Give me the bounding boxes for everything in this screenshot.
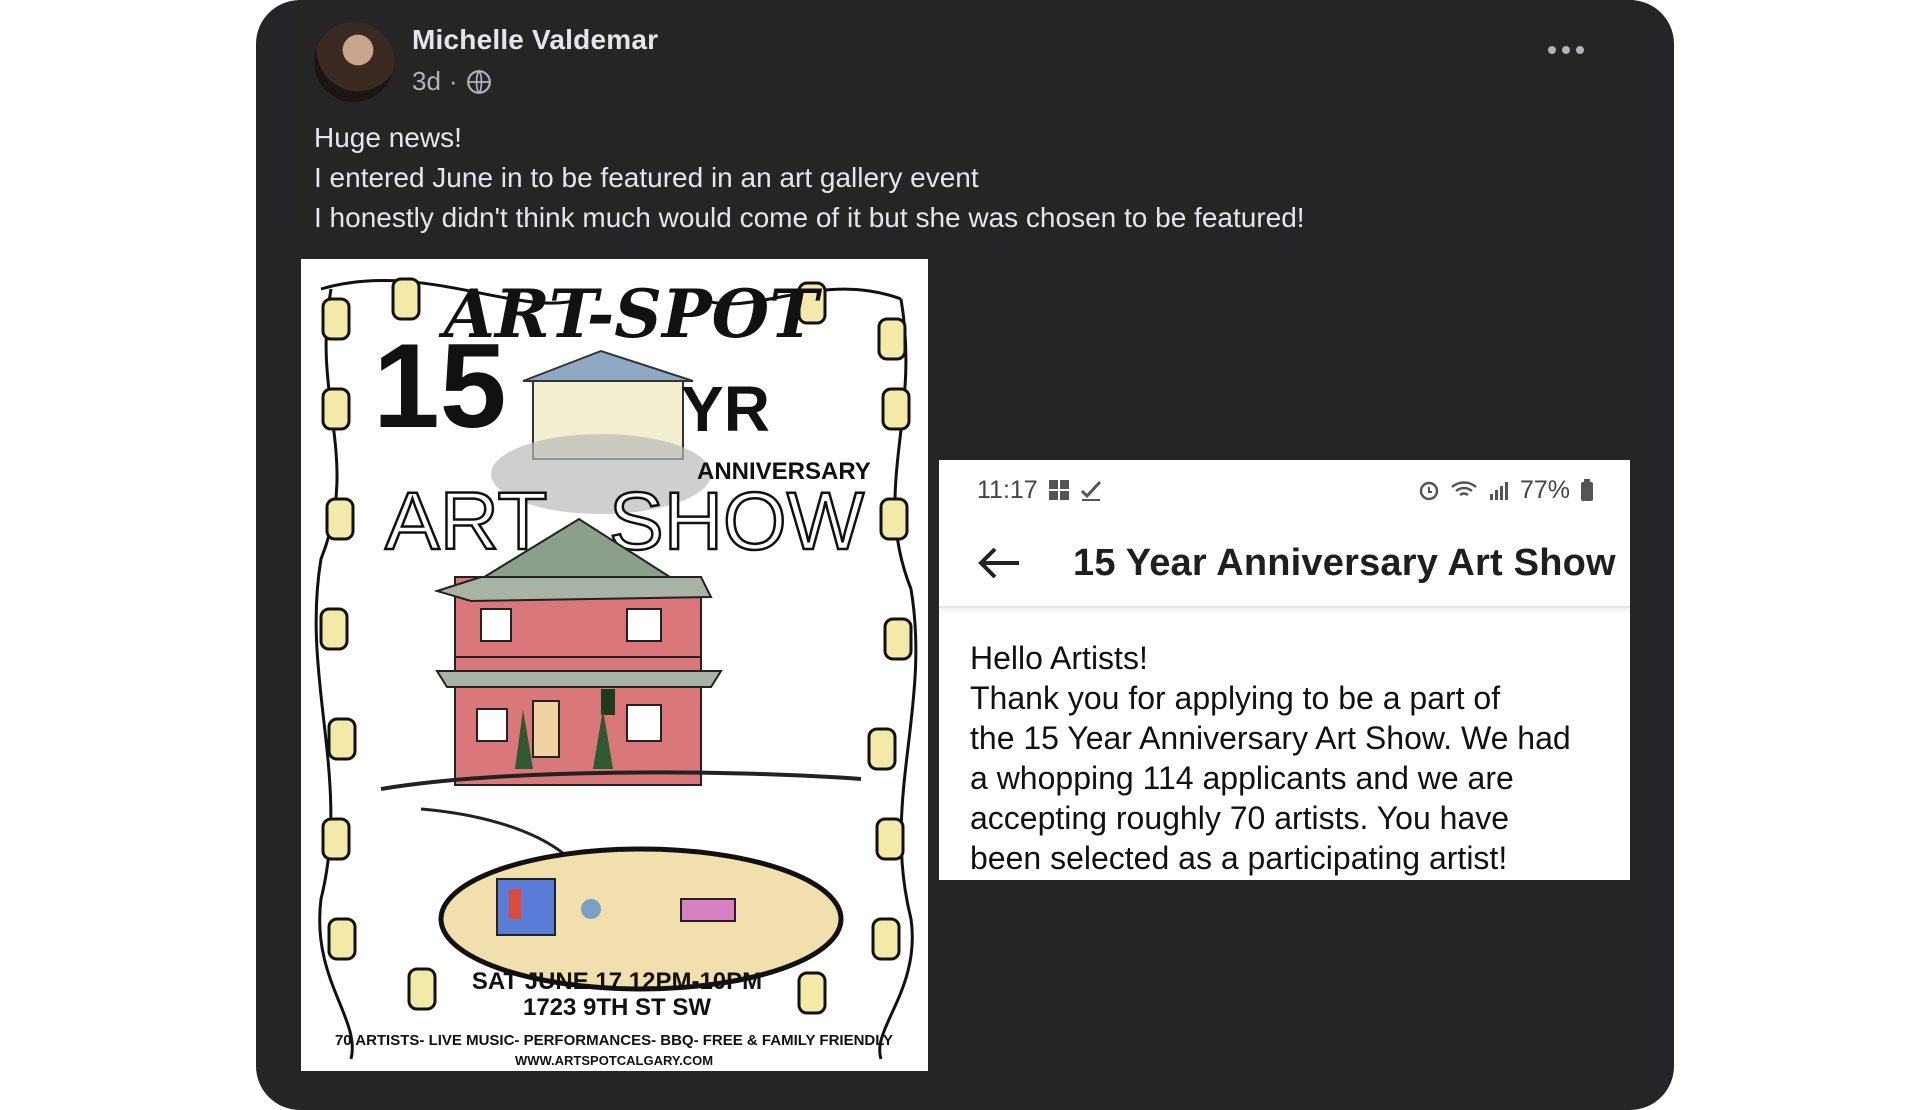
status-time: 11:17 [977,475,1038,504]
post-line: I entered June in to be featured in an a… [314,162,979,193]
back-arrow-icon[interactable] [975,539,1023,587]
status-bar: 11:17 77% [939,460,1630,520]
app-bar: 15 Year Anniversary Art Show [939,520,1630,608]
event-poster[interactable]: ART-SPOT 15 YR ANNIVERSARY ART SHOW SAT … [301,259,928,1071]
post-text: Huge news! I entered June in to be featu… [314,118,1305,238]
poster-artwork: ART-SPOT 15 YR ANNIVERSARY ART SHOW SAT … [314,275,918,1068]
message-line: Thank you for applying to be a part of [970,680,1501,716]
poster-website: WWW.ARTSPOTCALGARY.COM [515,1053,713,1068]
page-title: 15 Year Anniversary Art Show [1073,541,1616,584]
message-line: accepting roughly 70 artists. You have [970,800,1510,836]
author-name[interactable]: Michelle Valdemar [412,24,658,56]
post-meta: 3d · [412,66,492,97]
alarm-icon [1419,481,1439,501]
poster-main-house [380,517,862,900]
more-options-icon[interactable] [1548,46,1584,54]
poster-number: 15 [373,319,506,453]
poster-yr: YR [681,373,770,445]
gallery-icon [1048,480,1069,500]
poster-address: 1723 9TH ST SW [523,994,711,1021]
message-line: the 15 Year Anniversary Art Show. We had [970,720,1571,756]
poster-features: 70 ARTISTS- LIVE MUSIC- PERFORMANCES- BB… [335,1032,893,1049]
phone-screenshot[interactable]: 11:17 77% 15 Year Anniversary Art Show H… [939,460,1630,880]
battery-icon [1581,479,1593,501]
message-line: a whopping 114 applicants and we are [970,760,1514,796]
signal-icon [1489,482,1508,500]
avatar[interactable] [314,22,394,102]
post-line: I honestly didn't think much would come … [314,202,1305,233]
check-icon [1080,480,1101,501]
post-line: Huge news! [314,122,462,153]
wifi-icon [1451,481,1477,497]
battery-percent: 77% [1519,475,1570,504]
message-line: been selected as a participating artist! [970,840,1508,876]
meta-separator: · [448,66,458,96]
poster-date: SAT JUNE 17 12PM-10PM [472,968,762,995]
message-line: Hello Artists! [970,640,1148,676]
globe-icon[interactable] [466,69,492,95]
message-body: Hello Artists! Thank you for applying to… [970,638,1610,878]
poster-show: SHOW [609,476,865,567]
post-age[interactable]: 3d [412,66,441,97]
